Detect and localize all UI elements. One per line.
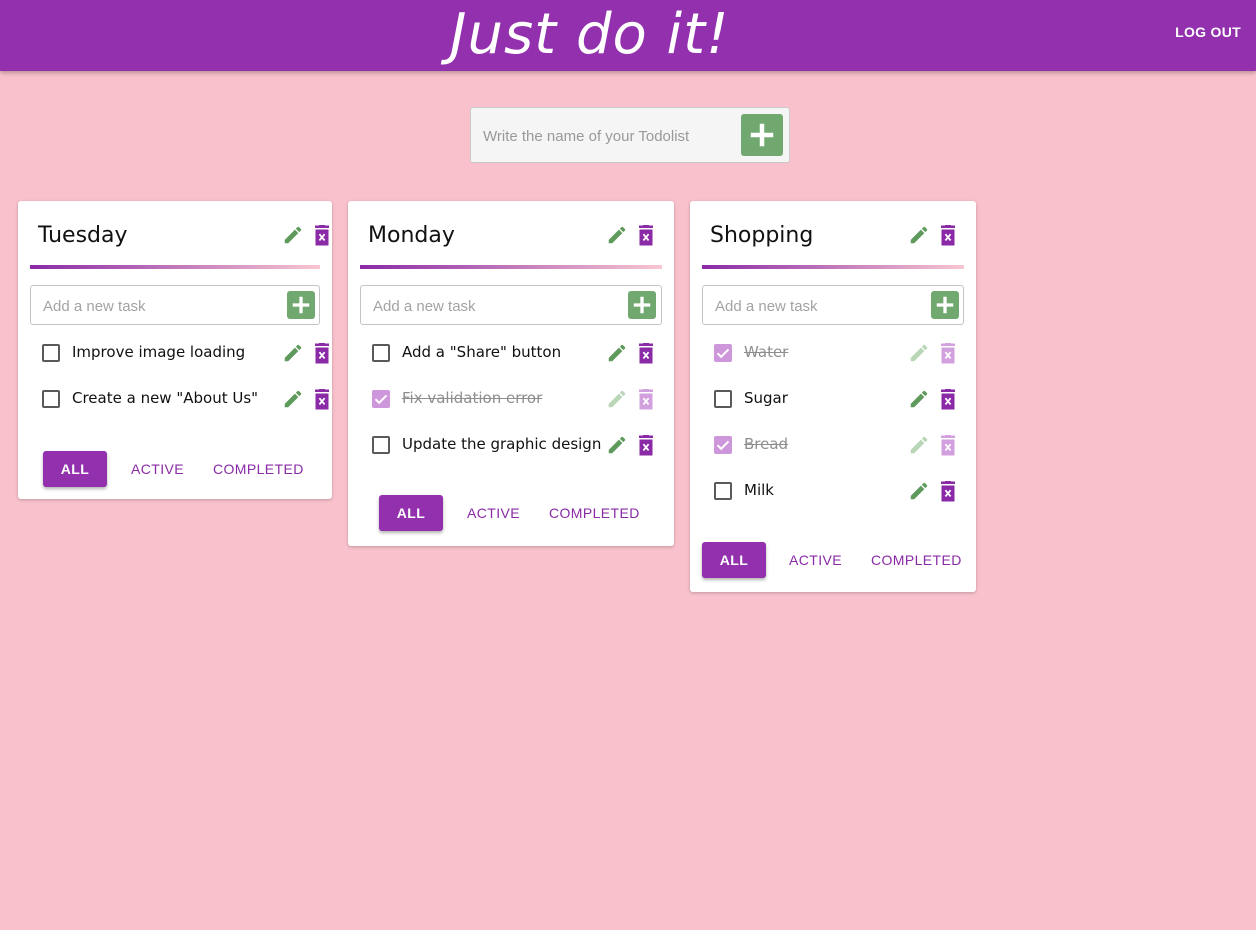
- app-title: Just do it!: [450, 2, 730, 67]
- task-label: Add a "Share" button: [402, 343, 562, 361]
- filter-active-button[interactable]: ACTIVE: [467, 495, 520, 531]
- task-checkbox[interactable]: [372, 436, 390, 454]
- edit-task-pencil-icon[interactable]: [908, 342, 930, 369]
- filter-all-button[interactable]: ALL: [702, 542, 766, 578]
- task-checkbox[interactable]: [714, 436, 732, 454]
- delete-task-trash-icon[interactable]: [312, 343, 332, 370]
- task-label: Improve image loading: [72, 343, 246, 361]
- checkmark-icon: [372, 390, 390, 413]
- task-row: Fix validation error: [348, 379, 674, 419]
- app-bar: Just do it! LOG OUT: [0, 0, 1256, 71]
- delete-task-trash-icon[interactable]: [938, 343, 958, 370]
- new-todolist-input[interactable]: [483, 124, 738, 148]
- logout-button[interactable]: LOG OUT: [1175, 24, 1241, 40]
- new-task-field: [702, 285, 964, 325]
- task-label: Fix validation error: [402, 389, 543, 407]
- task-row: Water: [690, 333, 976, 373]
- task-row: Improve image loading: [18, 333, 332, 373]
- title-underline: [360, 265, 662, 269]
- filter-completed-button[interactable]: COMPLETED: [871, 542, 961, 578]
- add-task-button[interactable]: [628, 291, 656, 319]
- filter-completed-button[interactable]: COMPLETED: [549, 495, 639, 531]
- task-label: Bread: [744, 435, 789, 453]
- delete-list-trash-icon[interactable]: [938, 225, 958, 252]
- delete-task-trash-icon[interactable]: [312, 389, 332, 416]
- filter-active-button[interactable]: ACTIVE: [789, 542, 842, 578]
- new-task-field: [360, 285, 662, 325]
- filter-bar: ALL ACTIVE COMPLETED: [18, 451, 332, 487]
- task-label: Create a new "About Us": [72, 389, 259, 407]
- filter-bar: ALL ACTIVE COMPLETED: [690, 542, 976, 578]
- edit-task-pencil-icon[interactable]: [282, 388, 304, 415]
- delete-list-trash-icon[interactable]: [312, 225, 332, 252]
- delete-task-trash-icon[interactable]: [636, 343, 656, 370]
- task-checkbox[interactable]: [714, 390, 732, 408]
- delete-task-trash-icon[interactable]: [938, 389, 958, 416]
- task-checkbox[interactable]: [714, 482, 732, 500]
- task-row: Sugar: [690, 379, 976, 419]
- filter-completed-button[interactable]: COMPLETED: [213, 451, 303, 487]
- plus-icon: [934, 294, 956, 316]
- todolist-title: Monday: [368, 223, 455, 248]
- edit-task-pencil-icon[interactable]: [606, 342, 628, 369]
- edit-list-pencil-icon[interactable]: [908, 224, 930, 251]
- edit-task-pencil-icon[interactable]: [908, 388, 930, 415]
- edit-task-pencil-icon[interactable]: [606, 388, 628, 415]
- new-task-input[interactable]: [373, 295, 615, 317]
- todolist-card: Shopping Water Sugar Bread Milk ALL ACTIVE COMP…: [690, 201, 976, 592]
- plus-icon: [750, 123, 774, 147]
- task-row: Create a new "About Us": [18, 379, 332, 419]
- new-task-field: [30, 285, 320, 325]
- delete-task-trash-icon[interactable]: [938, 435, 958, 462]
- checkmark-icon: [714, 436, 732, 459]
- task-row: Milk: [690, 471, 976, 511]
- add-task-button[interactable]: [931, 291, 959, 319]
- filter-active-button[interactable]: ACTIVE: [131, 451, 184, 487]
- edit-task-pencil-icon[interactable]: [908, 434, 930, 461]
- filter-all-button[interactable]: ALL: [43, 451, 107, 487]
- delete-task-trash-icon[interactable]: [636, 389, 656, 416]
- add-todolist-button[interactable]: [741, 114, 783, 156]
- filter-all-button[interactable]: ALL: [379, 495, 443, 531]
- filter-bar: ALL ACTIVE COMPLETED: [348, 495, 674, 531]
- title-underline: [702, 265, 964, 269]
- delete-task-trash-icon[interactable]: [938, 481, 958, 508]
- edit-task-pencil-icon[interactable]: [282, 342, 304, 369]
- new-todolist-field: [470, 107, 790, 163]
- new-task-input[interactable]: [715, 295, 917, 317]
- task-checkbox[interactable]: [714, 344, 732, 362]
- todolist-title: Shopping: [710, 223, 814, 248]
- delete-list-trash-icon[interactable]: [636, 225, 656, 252]
- edit-task-pencil-icon[interactable]: [908, 480, 930, 507]
- task-checkbox[interactable]: [42, 344, 60, 362]
- edit-list-pencil-icon[interactable]: [282, 224, 304, 251]
- new-task-input[interactable]: [43, 295, 273, 317]
- task-label: Update the graphic design: [402, 435, 602, 453]
- task-checkbox[interactable]: [42, 390, 60, 408]
- plus-icon: [290, 294, 312, 316]
- task-row: Bread: [690, 425, 976, 465]
- task-label: Sugar: [744, 389, 788, 407]
- checkmark-icon: [714, 344, 732, 367]
- edit-task-pencil-icon[interactable]: [606, 434, 628, 461]
- add-task-button[interactable]: [287, 291, 315, 319]
- task-row: Update the graphic design: [348, 425, 674, 465]
- task-label: Milk: [744, 481, 774, 499]
- task-label: Water: [744, 343, 789, 361]
- todolist-card: Tuesday Improve image loading Create a new…: [18, 201, 332, 499]
- title-underline: [30, 265, 320, 269]
- task-checkbox[interactable]: [372, 344, 390, 362]
- plus-icon: [631, 294, 653, 316]
- delete-task-trash-icon[interactable]: [636, 435, 656, 462]
- todolist-card: Monday Add a "Share" button Fix validation…: [348, 201, 674, 546]
- task-checkbox[interactable]: [372, 390, 390, 408]
- task-row: Add a "Share" button: [348, 333, 674, 373]
- edit-list-pencil-icon[interactable]: [606, 224, 628, 251]
- todolist-title: Tuesday: [38, 223, 128, 248]
